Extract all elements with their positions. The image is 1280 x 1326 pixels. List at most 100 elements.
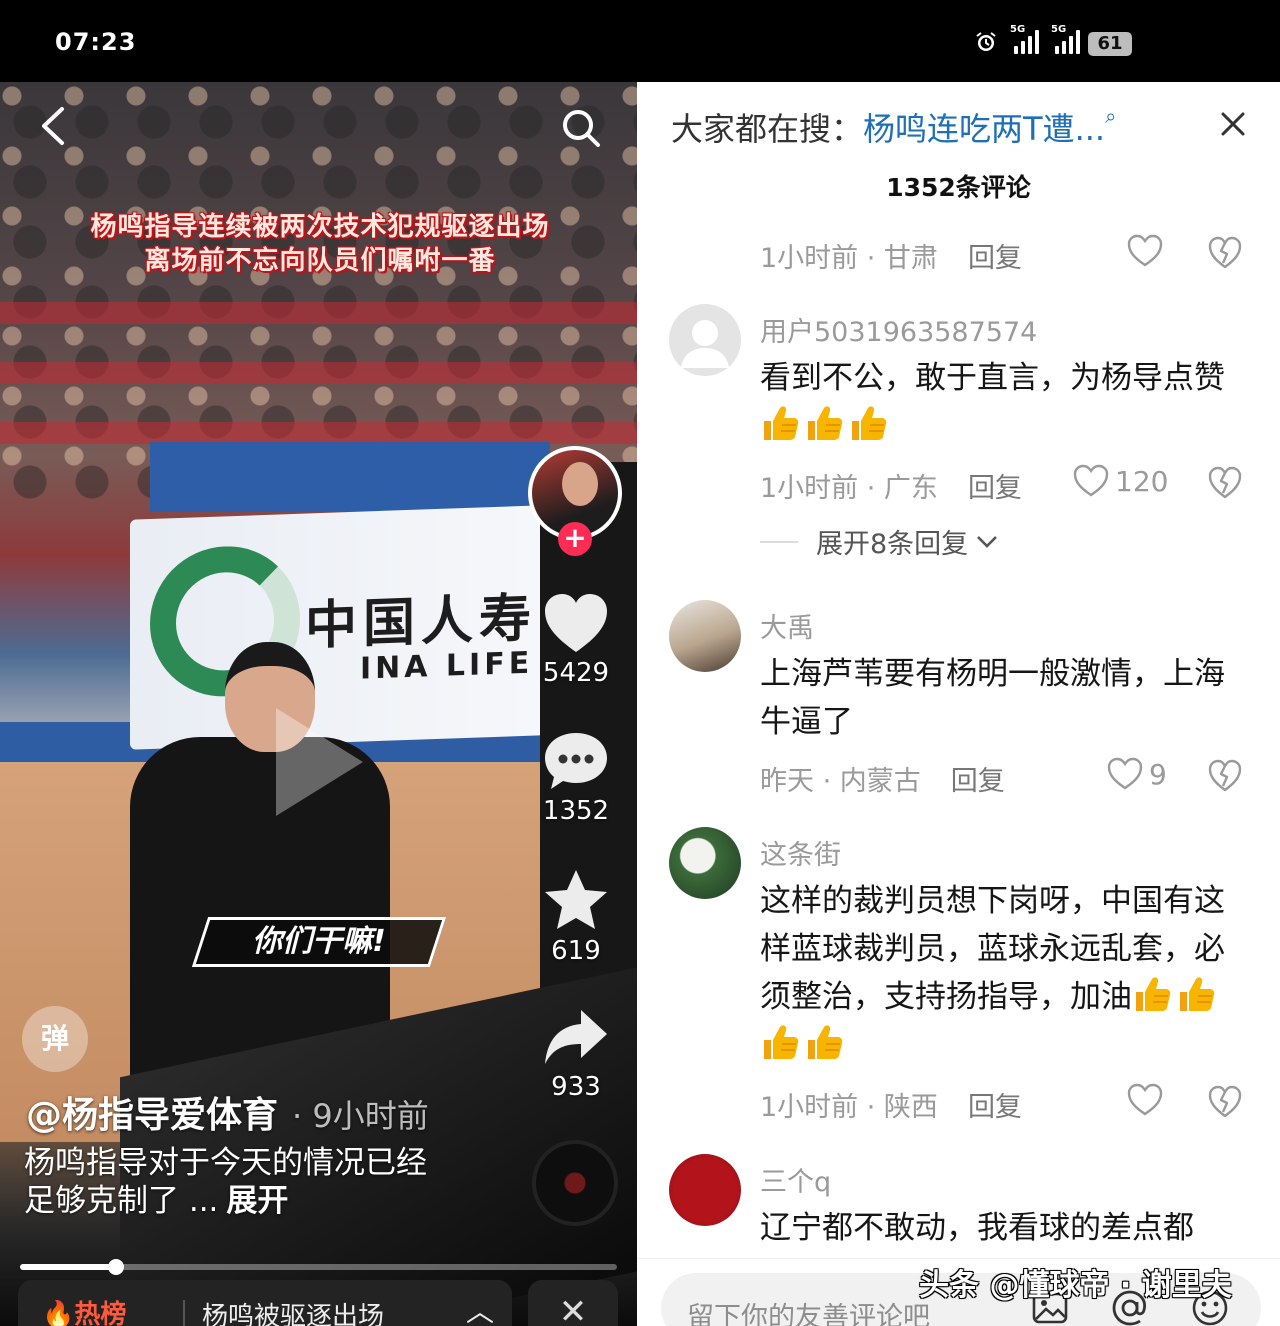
comment-time-location: 1小时前 · 甘肃 [760, 243, 938, 274]
network-type-2: 5G [1051, 24, 1067, 35]
commenter-name[interactable]: 用户5031963587574 [760, 310, 1037, 349]
progress-knob[interactable] [107, 1259, 124, 1275]
avatar[interactable] [669, 304, 741, 376]
status-bar: 07:23 5G 5G 61 [0, 0, 1280, 82]
comment-meta: 1小时前 · 甘肃 回复 [760, 236, 1022, 275]
divider [183, 1300, 185, 1326]
comment-count: 1352 [542, 796, 610, 826]
video-progress-bar[interactable] [20, 1259, 617, 1275]
share-icon [545, 1010, 607, 1064]
reply-button[interactable]: 回复 [968, 1092, 1022, 1123]
heart-icon [545, 594, 607, 652]
avatar[interactable] [669, 827, 741, 899]
comment-text-content: 看到不公，敢于直言，为杨导点赞 [760, 360, 1225, 396]
network-type-1: 5G [1010, 24, 1026, 35]
alarm-icon [976, 32, 996, 51]
author-line[interactable]: @杨指导爱体育 · 9小时前 [26, 1086, 429, 1138]
watermark: 头条 @懂球帝 · 谢里夫 [919, 1268, 1232, 1303]
avatar[interactable] [669, 600, 741, 672]
progress-fill [20, 1264, 116, 1270]
like-button[interactable]: 120 [1073, 464, 1168, 498]
banner-line-2: 离场前不忘向队员们嘱咐一番 [144, 246, 496, 276]
subtitle-text: 你们干嘛! [252, 924, 386, 959]
reply-button[interactable]: 回复 [968, 243, 1022, 274]
chevron-up-icon[interactable]: ︿ [466, 1290, 494, 1326]
author-name[interactable]: @杨指导爱体育 [26, 1095, 278, 1136]
comment-time-location: 1小时前 · 广东 [760, 473, 938, 504]
hot-list-bar[interactable]: 🔥热榜 杨鸣被驱逐出场 ︿ [18, 1280, 512, 1326]
dislike-heart-icon[interactable] [1208, 759, 1242, 793]
search-prefix: 大家都在搜： [671, 110, 864, 148]
like-count: 120 [1115, 464, 1169, 498]
favorite-count: 619 [551, 936, 601, 966]
heart-outline-icon [1127, 1083, 1163, 1116]
commenter-name[interactable]: 三个q [760, 1160, 831, 1199]
stadium-seats [0, 302, 637, 462]
hot-bar-close-button[interactable]: ✕ [528, 1280, 618, 1326]
comment-text: 上海芦苇要有杨明一般激情，上海牛逼了 [760, 656, 1225, 740]
play-icon[interactable] [268, 702, 368, 822]
thumbs-up-emoji-group [760, 406, 892, 444]
comment-input-placeholder: 留下你的友善评论吧 [687, 1302, 930, 1326]
video-description[interactable]: 杨鸣指导对于今天的情况已经足够克制了 ... 展开 [24, 1144, 444, 1220]
divider [760, 540, 798, 543]
hot-topic[interactable]: 杨鸣被驱逐出场 [202, 1296, 384, 1326]
comment-text: 看到不公，敢于直言，为杨导点赞 [760, 354, 1250, 450]
commenter-name[interactable]: 大禹 [760, 606, 814, 645]
subtitle-bubble: 你们干嘛! [191, 917, 447, 967]
danmu-toggle-button[interactable]: 弹 [22, 1006, 88, 1072]
share-button[interactable]: 933 [538, 1006, 614, 1102]
post-time: · 9小时前 [292, 1097, 429, 1135]
fire-icon: 🔥 [42, 1300, 75, 1326]
like-button[interactable]: 5429 [538, 592, 614, 688]
avatar[interactable] [669, 1154, 741, 1226]
dislike-heart-icon[interactable] [1208, 466, 1242, 500]
expand-description-link[interactable]: 展开 [226, 1183, 288, 1219]
comment-time-location: 1小时前 · 陕西 [760, 1092, 938, 1123]
video-player[interactable]: 中国人寿 INA LIFE 杨鸣指导连续被两次技术犯规驱逐出场 离场前不忘向队员… [0, 82, 637, 1326]
status-icons: 5G 5G [974, 24, 1080, 54]
default-avatar-icon [681, 320, 729, 368]
comment-button[interactable]: 1352 [538, 730, 614, 826]
banner-line-1: 杨鸣指导连续被两次技术犯规驱逐出场 [90, 212, 550, 242]
like-count: 9 [1149, 757, 1167, 791]
back-arrow-icon[interactable] [34, 106, 74, 146]
star-icon [545, 870, 607, 929]
follow-button[interactable]: + [558, 522, 592, 556]
heart-outline-icon [1073, 464, 1109, 497]
comment-meta: 1小时前 · 陕西 回复 [760, 1085, 1022, 1124]
dislike-heart-icon[interactable] [1208, 1085, 1242, 1119]
signal-icon: 5G [1010, 24, 1039, 54]
hot-label: 🔥热榜 [42, 1294, 126, 1326]
video-title-banner: 杨鸣指导连续被两次技术犯规驱逐出场 离场前不忘向队员们嘱咐一番 [50, 210, 590, 290]
scorer-table-wall [150, 442, 550, 512]
search-suggestion[interactable]: 大家都在搜：杨鸣连吃两T遭...⌕ [671, 104, 1116, 150]
heart-outline-icon [1107, 757, 1143, 790]
heart-outline-icon [1127, 234, 1163, 267]
comment-meta: 1小时前 · 广东 回复 [760, 466, 1022, 505]
comment-icon [545, 733, 607, 789]
search-icon[interactable] [561, 108, 601, 148]
commenter-name[interactable]: 这条街 [760, 833, 841, 872]
like-button[interactable]: 9 [1107, 757, 1167, 791]
reply-button[interactable]: 回复 [968, 473, 1022, 504]
signal-icon-2: 5G [1051, 24, 1080, 54]
like-count: 5429 [542, 658, 610, 688]
comment-text: 这样的裁判员想下岗呀，中国有这样蓝球裁判员，蓝球永远乱套，必须整治，支持扬指导，… [760, 877, 1250, 1069]
search-icon-small: ⌕ [1105, 104, 1117, 128]
hot-label-text: 热榜 [74, 1300, 127, 1326]
close-icon[interactable] [1217, 108, 1249, 140]
chevron-down-icon [977, 535, 998, 548]
music-disc[interactable] [532, 1140, 618, 1226]
like-button[interactable] [1127, 1083, 1163, 1117]
battery-indicator: 61 [1088, 32, 1132, 56]
search-keyword[interactable]: 杨鸣连吃两T遭... [863, 110, 1105, 148]
comment-text: 辽宁都不敢动，我看球的差点都 [760, 1210, 1194, 1246]
comment-time-location: 昨天 · 内蒙古 [760, 766, 921, 797]
dislike-heart-icon[interactable] [1208, 236, 1242, 270]
expand-replies-button[interactable]: 展开8条回复 [760, 522, 1000, 561]
reply-button[interactable]: 回复 [951, 766, 1005, 797]
share-count: 933 [551, 1072, 601, 1102]
like-button[interactable] [1127, 234, 1163, 268]
favorite-button[interactable]: 619 [538, 868, 614, 966]
